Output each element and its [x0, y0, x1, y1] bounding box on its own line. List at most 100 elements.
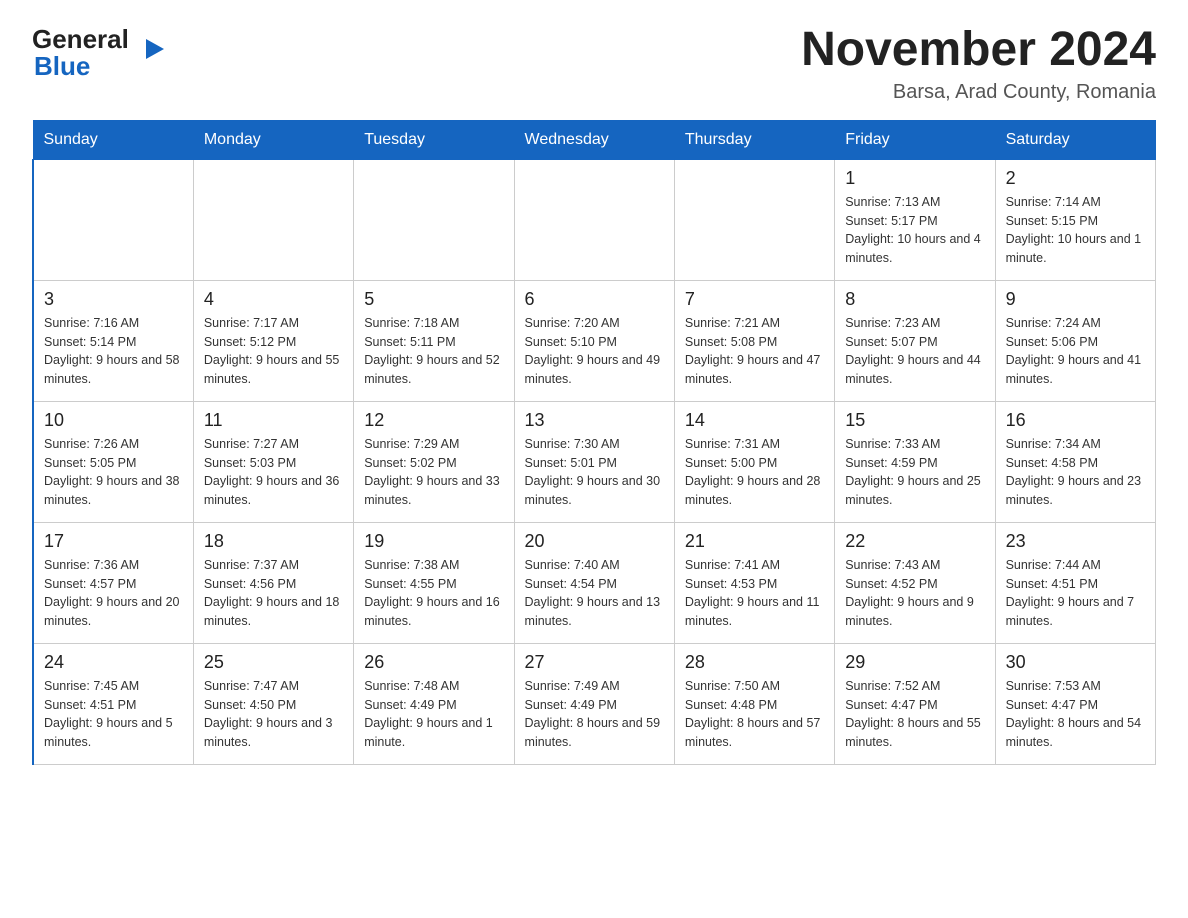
day-info: Sunrise: 7:23 AM Sunset: 5:07 PM Dayligh… — [845, 314, 984, 389]
calendar-cell: 25 Sunrise: 7:47 AM Sunset: 4:50 PM Dayli… — [193, 643, 353, 764]
day-number: 7 — [685, 289, 824, 310]
day-info: Sunrise: 7:48 AM Sunset: 4:49 PM Dayligh… — [364, 677, 503, 752]
day-number: 16 — [1006, 410, 1145, 431]
day-number: 14 — [685, 410, 824, 431]
day-number: 4 — [204, 289, 343, 310]
day-number: 29 — [845, 652, 984, 673]
weekday-header-saturday: Saturday — [995, 120, 1155, 159]
day-number: 21 — [685, 531, 824, 552]
logo-blue-text: Blue — [34, 51, 90, 82]
day-number: 28 — [685, 652, 824, 673]
day-number: 20 — [525, 531, 664, 552]
week-row-3: 10Sunrise: 7:26 AM Sunset: 5:05 PM Dayli… — [33, 401, 1156, 522]
day-info: Sunrise: 7:18 AM Sunset: 5:11 PM Dayligh… — [364, 314, 503, 389]
day-info: Sunrise: 7:52 AM Sunset: 4:47 PM Dayligh… — [845, 677, 984, 752]
day-info: Sunrise: 7:40 AM Sunset: 4:54 PM Dayligh… — [525, 556, 664, 631]
day-info: Sunrise: 7:49 AM Sunset: 4:49 PM Dayligh… — [525, 677, 664, 752]
day-info: Sunrise: 7:17 AM Sunset: 5:12 PM Dayligh… — [204, 314, 343, 389]
calendar-cell: 28 Sunrise: 7:50 AM Sunset: 4:48 PM Dayli… — [674, 643, 834, 764]
day-info: Sunrise: 7:47 AM Sunset: 4:50 PM Dayligh… — [204, 677, 343, 752]
day-number: 18 — [204, 531, 343, 552]
weekday-header-monday: Monday — [193, 120, 353, 159]
day-info: Sunrise: 7:45 AM Sunset: 4:51 PM Dayligh… — [44, 677, 183, 752]
day-number: 11 — [204, 410, 343, 431]
day-info: Sunrise: 7:16 AM Sunset: 5:14 PM Dayligh… — [44, 314, 183, 389]
day-info: Sunrise: 7:21 AM Sunset: 5:08 PM Dayligh… — [685, 314, 824, 389]
day-info: Sunrise: 7:38 AM Sunset: 4:55 PM Dayligh… — [364, 556, 503, 631]
calendar-cell — [674, 159, 834, 280]
day-number: 12 — [364, 410, 503, 431]
weekday-header-sunday: Sunday — [33, 120, 193, 159]
calendar-cell: 5 Sunrise: 7:18 AM Sunset: 5:11 PM Daylig… — [354, 280, 514, 401]
day-info: Sunrise: 7:53 AM Sunset: 4:47 PM Dayligh… — [1006, 677, 1145, 752]
title-block: November 2024 Barsa, Arad County, Romani… — [801, 24, 1156, 104]
day-number: 5 — [364, 289, 503, 310]
calendar-cell: 20 Sunrise: 7:40 AM Sunset: 4:54 PM Dayli… — [514, 522, 674, 643]
calendar-cell: 6 Sunrise: 7:20 AM Sunset: 5:10 PM Daylig… — [514, 280, 674, 401]
calendar-cell: 1 Sunrise: 7:13 AM Sunset: 5:17 PM Daylig… — [835, 159, 995, 280]
day-number: 2 — [1006, 168, 1145, 189]
day-number: 1 — [845, 168, 984, 189]
day-number: 23 — [1006, 531, 1145, 552]
calendar-cell: 18 Sunrise: 7:37 AM Sunset: 4:56 PM Dayli… — [193, 522, 353, 643]
day-info: Sunrise: 7:44 AM Sunset: 4:51 PM Dayligh… — [1006, 556, 1145, 631]
day-info: Sunrise: 7:30 AM Sunset: 5:01 PM Dayligh… — [525, 435, 664, 510]
day-number: 22 — [845, 531, 984, 552]
day-info: Sunrise: 7:50 AM Sunset: 4:48 PM Dayligh… — [685, 677, 824, 752]
page-header: General Blue November 2024 Barsa, Arad C… — [32, 24, 1156, 104]
day-info: Sunrise: 7:13 AM Sunset: 5:17 PM Dayligh… — [845, 193, 984, 268]
day-number: 9 — [1006, 289, 1145, 310]
page-title: November 2024 — [801, 24, 1156, 77]
day-info: Sunrise: 7:29 AM Sunset: 5:02 PM Dayligh… — [364, 435, 503, 510]
day-info: Sunrise: 7:43 AM Sunset: 4:52 PM Dayligh… — [845, 556, 984, 631]
logo: General Blue — [32, 24, 146, 82]
calendar-table: SundayMondayTuesdayWednesdayThursdayFrid… — [32, 120, 1156, 765]
calendar-cell: 30 Sunrise: 7:53 AM Sunset: 4:47 PM Dayli… — [995, 643, 1155, 764]
calendar-cell: 16 Sunrise: 7:34 AM Sunset: 4:58 PM Dayli… — [995, 401, 1155, 522]
calendar-cell — [193, 159, 353, 280]
calendar-cell: 23 Sunrise: 7:44 AM Sunset: 4:51 PM Dayli… — [995, 522, 1155, 643]
calendar-cell: 14 Sunrise: 7:31 AM Sunset: 5:00 PM Dayli… — [674, 401, 834, 522]
day-number: 10 — [44, 410, 183, 431]
calendar-cell: 26Sunrise: 7:48 AM Sunset: 4:49 PM Dayli… — [354, 643, 514, 764]
week-row-4: 17 Sunrise: 7:36 AM Sunset: 4:57 PM Dayli… — [33, 522, 1156, 643]
day-number: 17 — [44, 531, 183, 552]
calendar-cell: 10Sunrise: 7:26 AM Sunset: 5:05 PM Dayli… — [33, 401, 193, 522]
calendar-cell — [354, 159, 514, 280]
weekday-header-friday: Friday — [835, 120, 995, 159]
day-info: Sunrise: 7:27 AM Sunset: 5:03 PM Dayligh… — [204, 435, 343, 510]
weekday-header-tuesday: Tuesday — [354, 120, 514, 159]
day-info: Sunrise: 7:34 AM Sunset: 4:58 PM Dayligh… — [1006, 435, 1145, 510]
day-number: 24 — [44, 652, 183, 673]
day-info: Sunrise: 7:36 AM Sunset: 4:57 PM Dayligh… — [44, 556, 183, 631]
calendar-cell: 7 Sunrise: 7:21 AM Sunset: 5:08 PM Daylig… — [674, 280, 834, 401]
calendar-cell — [33, 159, 193, 280]
day-number: 6 — [525, 289, 664, 310]
page-location: Barsa, Arad County, Romania — [801, 81, 1156, 104]
calendar-cell: 4 Sunrise: 7:17 AM Sunset: 5:12 PM Daylig… — [193, 280, 353, 401]
day-number: 13 — [525, 410, 664, 431]
calendar-cell: 3Sunrise: 7:16 AM Sunset: 5:14 PM Daylig… — [33, 280, 193, 401]
calendar-cell: 8 Sunrise: 7:23 AM Sunset: 5:07 PM Daylig… — [835, 280, 995, 401]
day-info: Sunrise: 7:31 AM Sunset: 5:00 PM Dayligh… — [685, 435, 824, 510]
day-info: Sunrise: 7:14 AM Sunset: 5:15 PM Dayligh… — [1006, 193, 1145, 268]
day-number: 30 — [1006, 652, 1145, 673]
day-number: 25 — [204, 652, 343, 673]
day-number: 8 — [845, 289, 984, 310]
week-row-5: 24 Sunrise: 7:45 AM Sunset: 4:51 PM Dayli… — [33, 643, 1156, 764]
calendar-cell: 12 Sunrise: 7:29 AM Sunset: 5:02 PM Dayli… — [354, 401, 514, 522]
calendar-cell: 2 Sunrise: 7:14 AM Sunset: 5:15 PM Daylig… — [995, 159, 1155, 280]
day-number: 15 — [845, 410, 984, 431]
weekday-header-wednesday: Wednesday — [514, 120, 674, 159]
week-row-2: 3Sunrise: 7:16 AM Sunset: 5:14 PM Daylig… — [33, 280, 1156, 401]
calendar-cell: 9 Sunrise: 7:24 AM Sunset: 5:06 PM Daylig… — [995, 280, 1155, 401]
day-number: 27 — [525, 652, 664, 673]
logo-arrow-icon — [146, 39, 164, 59]
day-info: Sunrise: 7:20 AM Sunset: 5:10 PM Dayligh… — [525, 314, 664, 389]
day-info: Sunrise: 7:37 AM Sunset: 4:56 PM Dayligh… — [204, 556, 343, 631]
calendar-cell: 13 Sunrise: 7:30 AM Sunset: 5:01 PM Dayli… — [514, 401, 674, 522]
weekday-header-thursday: Thursday — [674, 120, 834, 159]
calendar-cell: 19Sunrise: 7:38 AM Sunset: 4:55 PM Dayli… — [354, 522, 514, 643]
calendar-cell: 29 Sunrise: 7:52 AM Sunset: 4:47 PM Dayli… — [835, 643, 995, 764]
day-info: Sunrise: 7:24 AM Sunset: 5:06 PM Dayligh… — [1006, 314, 1145, 389]
